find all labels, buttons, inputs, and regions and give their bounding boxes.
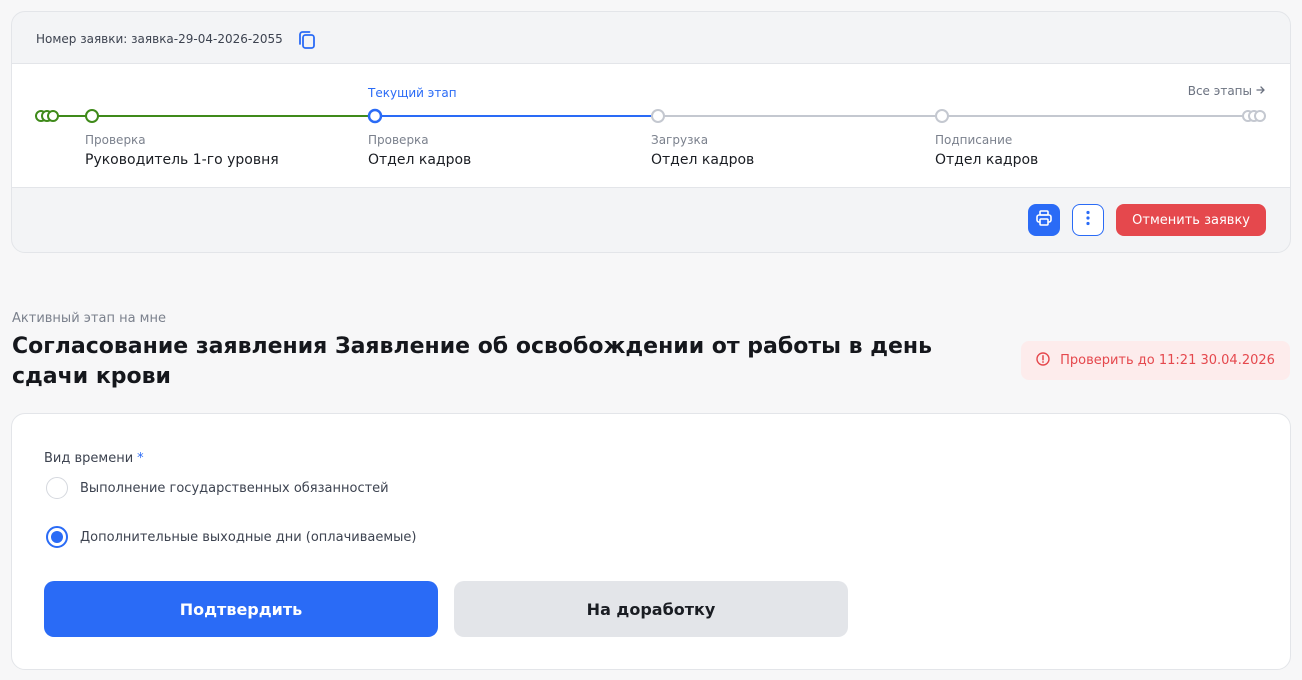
all-stages-link[interactable]: Все этапы	[1188, 84, 1266, 98]
stage-kind: Проверка	[85, 133, 146, 147]
request-number: Номер заявки: заявка-29-04-2026-2055	[36, 32, 283, 46]
page-title: Согласование заявления Заявление об осво…	[12, 334, 933, 389]
printer-icon	[1035, 209, 1053, 231]
time-type-label-text: Вид времени	[44, 451, 134, 466]
stage-node-pending	[935, 109, 949, 123]
stages-timeline: Текущий этап Все этапы Проверка Руководи…	[12, 63, 1290, 188]
stage-name: Отдел кадров	[651, 152, 755, 168]
start-cluster-dot	[47, 110, 59, 122]
radio-option-state-duties[interactable]: Выполнение государственных обязанностей	[46, 477, 389, 499]
stage-item: Загрузка Отдел кадров	[651, 132, 754, 170]
radio-button[interactable]	[46, 477, 68, 499]
request-card: Номер заявки: заявка-29-04-2026-2055 Тек…	[11, 11, 1291, 253]
stage-name: Отдел кадров	[935, 152, 1039, 168]
cancel-request-button[interactable]: Отменить заявку	[1116, 204, 1266, 236]
end-cluster-dot	[1254, 110, 1266, 122]
stage-kind: Проверка	[368, 133, 429, 147]
stage-name: Руководитель 1-го уровня	[85, 152, 279, 168]
stage-node-done	[85, 109, 99, 123]
request-actions: Отменить заявку	[1028, 204, 1266, 236]
required-mark: *	[137, 451, 144, 466]
copy-icon[interactable]	[297, 30, 319, 52]
radio-option-extra-days-off[interactable]: Дополнительные выходные дни (оплачиваемы…	[46, 526, 416, 548]
all-stages-label: Все этапы	[1187, 84, 1252, 98]
print-button[interactable]	[1028, 204, 1061, 236]
stage-name: Отдел кадров	[368, 152, 472, 168]
more-button[interactable]	[1072, 204, 1105, 236]
request-header: Номер заявки: заявка-29-04-2026-2055	[36, 28, 319, 50]
stage-item: Проверка Отдел кадров	[368, 132, 471, 170]
active-stage-label: Активный этап на мне	[12, 311, 166, 326]
stage-node-current	[367, 108, 383, 124]
stage-item: Проверка Руководитель 1-го уровня	[85, 132, 279, 170]
radio-option-label: Выполнение государственных обязанностей	[80, 480, 389, 496]
form-card: Вид времени * Выполнение государственных …	[11, 413, 1291, 670]
send-for-rework-button[interactable]: На доработку	[454, 581, 848, 637]
time-type-label: Вид времени *	[44, 451, 144, 466]
confirm-button[interactable]: Подтвердить	[44, 581, 438, 637]
stage-kind: Загрузка	[651, 133, 709, 147]
deadline-text: Проверить до 11:21 30.04.2026	[1060, 353, 1275, 368]
stage-node-pending	[651, 109, 665, 123]
radio-button-checked[interactable]	[46, 526, 68, 548]
stage-item: Подписание Отдел кадров	[935, 132, 1038, 170]
radio-option-label: Дополнительные выходные дни (оплачиваемы…	[80, 529, 417, 545]
alert-circle-icon	[1036, 351, 1050, 370]
arrow-right-icon	[1256, 84, 1266, 98]
more-vertical-icon	[1086, 210, 1090, 230]
current-stage-label: Текущий этап	[368, 86, 457, 100]
deadline-badge: Проверить до 11:21 30.04.2026	[1021, 341, 1290, 380]
stage-kind: Подписание	[935, 133, 1013, 147]
